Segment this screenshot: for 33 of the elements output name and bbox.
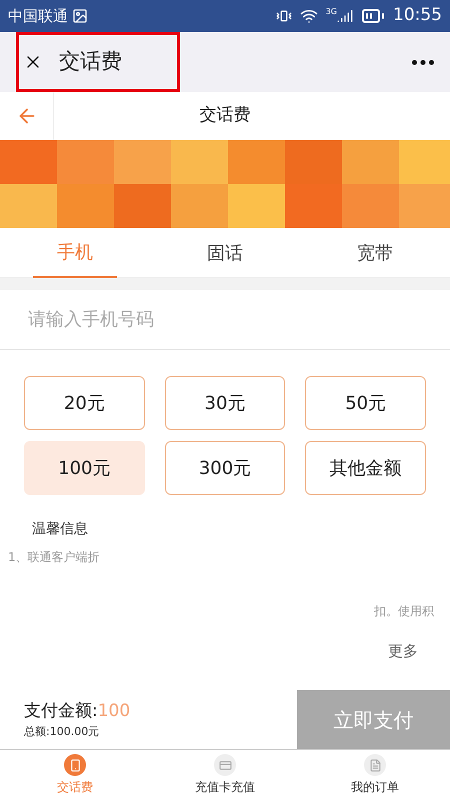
clock: 10:55 [393, 4, 442, 28]
more-button[interactable] [412, 60, 434, 64]
network-type: 3G [326, 6, 337, 18]
image-icon [72, 8, 88, 24]
payment-total: 总额:100.00元 [24, 724, 100, 740]
wifi-icon [300, 7, 318, 25]
nav-item[interactable]: 我的订单 [300, 750, 450, 800]
nav-icon [368, 758, 382, 772]
payment-label: 支付金额: [24, 700, 98, 722]
tab[interactable]: 固话 [183, 228, 267, 278]
amount-option[interactable]: 50元 [305, 376, 426, 430]
payment-amount: 100 [98, 700, 130, 722]
more-link[interactable]: 更多 [388, 640, 418, 662]
nav-item[interactable]: 充值卡充值 [150, 750, 300, 800]
phone-input-field[interactable]: 请输入手机号码 [0, 290, 450, 350]
more-icon [412, 60, 434, 64]
amount-option[interactable]: 20元 [24, 376, 145, 430]
amount-option[interactable]: 其他金额 [305, 441, 426, 495]
amount-option[interactable]: 30元 [164, 376, 286, 430]
amount-option[interactable]: 100元 [24, 441, 145, 495]
tips-title: 温馨信息 [32, 520, 89, 539]
top-bar-title: 交话费 [59, 48, 122, 76]
tips-text: 扣。使用积 [374, 603, 434, 620]
tips-text: 1、联通客户端折 [8, 549, 101, 566]
vibrate-icon [276, 8, 292, 24]
page-title: 交话费 [200, 104, 250, 128]
nav-icon [218, 758, 232, 772]
nav-icon [68, 758, 82, 772]
amount-option[interactable]: 300元 [164, 441, 286, 495]
phone-input[interactable]: 请输入手机号码 [28, 306, 422, 333]
signal-icon [337, 8, 353, 24]
carrier-name: 中国联通 [8, 6, 68, 27]
tab[interactable]: 宽带 [333, 228, 417, 278]
